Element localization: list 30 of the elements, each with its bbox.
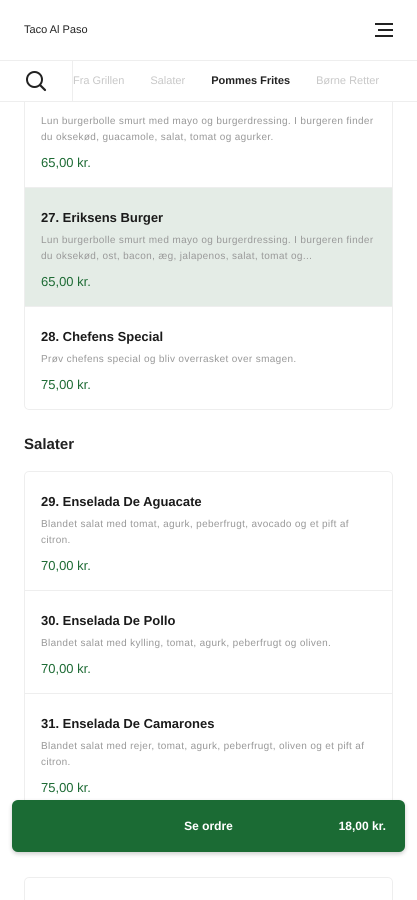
item-name: 28. Chefens Special — [41, 329, 164, 344]
item-description: Lun burgerbolle smurt med mayo og burgerdressing. I burgeren finder du oksekød, guacamole, salat, tomat og agurker. — [41, 115, 375, 145]
item-name: 29. Enselada De Aguacate — [41, 494, 203, 509]
item-name: 31. Enselada De Camarones — [41, 716, 216, 731]
view-order-button[interactable]: Se ordre 18,00 kr. — [12, 800, 405, 852]
item-price: 70,00 kr. — [41, 661, 92, 676]
item-price: 75,00 kr. — [41, 377, 92, 392]
item-description: Blandet salat med rejer, tomat, agurk, peberfrugt, oliven og et pift af citron. — [41, 740, 366, 770]
order-total: 18,00 kr. — [338, 819, 386, 833]
menu-item[interactable]: 29. Enselada De Aguacate Blandet salat med tomat, agurk, peberfrugt, avocado og et pift af citron. 70,00 kr. — [25, 472, 392, 591]
menu-item[interactable]: 30. Enselada De Pollo Blandet salat med kylling, tomat, agurk, peberfrugt og oliven. 70,00 kr. — [25, 591, 392, 694]
menu-item[interactable]: 28. Chefens Special Prøv chefens special og bliv overrasket over smagen. 75,00 kr. — [25, 307, 392, 409]
item-description: Blandet salat med tomat, agurk, peberfrugt, avocado og et pift af citron. — [41, 518, 350, 548]
item-description: Lun burgerbolle smurt med mayo og burgerdressing. I burgeren finder du oksekød, ost, bacon, æg, jalapenos, salat, tomat og... — [41, 234, 375, 264]
menu-icon[interactable] — [374, 23, 394, 37]
order-label: Se ordre — [184, 819, 233, 833]
menu-item[interactable]: 27. Eriksens Burger Lun burgerbolle smurt med mayo og burgerdressing. I burgeren finder du oksekød, ost, bacon, æg, jalapenos, salat, tomat og... 65,00 kr. — [25, 188, 392, 307]
restaurant-name: Taco Al Paso — [24, 24, 88, 36]
category-tab[interactable]: Pommes Frites — [211, 75, 290, 87]
item-price: 65,00 kr. — [41, 155, 92, 170]
item-description: Prøv chefens special og bliv overrasket over smagen. — [41, 353, 298, 367]
item-price: 70,00 kr. — [41, 558, 92, 573]
item-price: 75,00 kr. — [41, 780, 92, 795]
item-price: 65,00 kr. — [41, 274, 92, 289]
item-description: Blandet salat med kylling, tomat, agurk, peberfrugt og oliven. — [41, 637, 332, 651]
menu-item[interactable]: 31. Enselada De Camarones Blandet salat med rejer, tomat, agurk, peberfrugt, oliven og et pift af citron. 75,00 kr. — [25, 694, 392, 800]
search-icon[interactable] — [25, 70, 47, 92]
item-name: 27. Eriksens Burger — [41, 210, 164, 225]
item-name: 30. Enselada De Pollo — [41, 613, 176, 628]
section-heading: Salater — [24, 436, 76, 453]
